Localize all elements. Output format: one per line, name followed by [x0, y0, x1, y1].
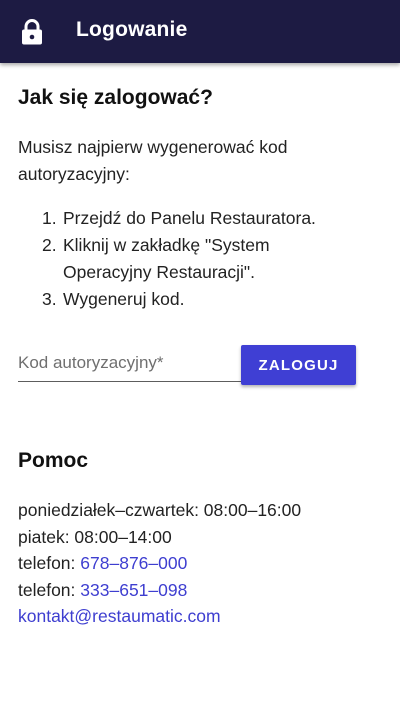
step-text: Kliknij w zakładkę "System Operacyjny Re…	[63, 235, 270, 282]
phone-label: telefon:	[18, 579, 81, 600]
step-item: 2. Kliknij w zakładkę "System Operacyjny…	[42, 232, 362, 286]
app-bar-title: Logowanie	[76, 18, 188, 41]
step-text: Wygeneruj kod.	[63, 289, 185, 309]
hours-mon-thu: poniedziałek–czwartek: 08:00–16:00	[18, 500, 302, 520]
app-bar: Logowanie	[0, 0, 400, 63]
help-heading: Pomoc	[18, 449, 89, 472]
hours-fri: piatek: 08:00–14:00	[18, 526, 172, 547]
phone-line-2: telefon: 333–651–098	[18, 577, 301, 604]
help-contact: poniedziałek–czwartek: 08:00–16:00 piate…	[18, 497, 301, 630]
phone-link-1[interactable]: 678–876–000	[80, 553, 187, 573]
email-link[interactable]: kontakt@restaumatic.com	[18, 606, 221, 626]
step-number: 3.	[42, 289, 57, 309]
phone-label: telefon:	[18, 553, 81, 573]
authorization-code-input[interactable]	[18, 350, 242, 381]
step-number: 1.	[42, 208, 57, 228]
instructions-heading: Jak się zalogować?	[18, 86, 213, 109]
step-number: 2.	[42, 235, 57, 255]
login-button[interactable]: ZALOGUJ	[241, 345, 356, 385]
step-item: 1. Przejdź do Panelu Restauratora.	[42, 205, 362, 232]
instructions-intro: Musisz najpierw wygenerować kod autoryza…	[18, 137, 288, 184]
lock-icon	[22, 19, 42, 45]
instructions-steps: 1. Przejdź do Panelu Restauratora. 2. Kl…	[42, 205, 362, 313]
email-line: kontakt@restaumatic.com	[18, 603, 301, 630]
step-item: 3. Wygeneruj kod.	[42, 286, 362, 313]
step-text: Przejdź do Panelu Restauratora.	[63, 208, 316, 228]
authorization-code-field[interactable]: Kod autoryzacyjny*	[18, 350, 242, 382]
phone-line-1: telefon: 678–876–000	[18, 550, 301, 577]
phone-link-2[interactable]: 333–651–098	[80, 580, 187, 600]
